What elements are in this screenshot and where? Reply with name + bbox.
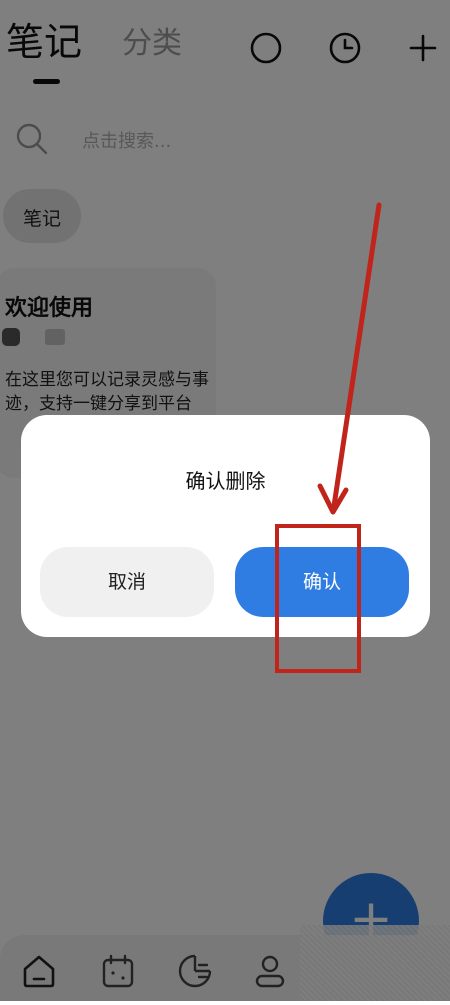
dialog-title: 确认删除 (185, 469, 266, 493)
confirm-button[interactable]: 确认 (235, 547, 409, 617)
cancel-button[interactable]: 取消 (40, 547, 214, 617)
delete-confirm-dialog: 确认删除 取消 确认 (21, 415, 430, 637)
